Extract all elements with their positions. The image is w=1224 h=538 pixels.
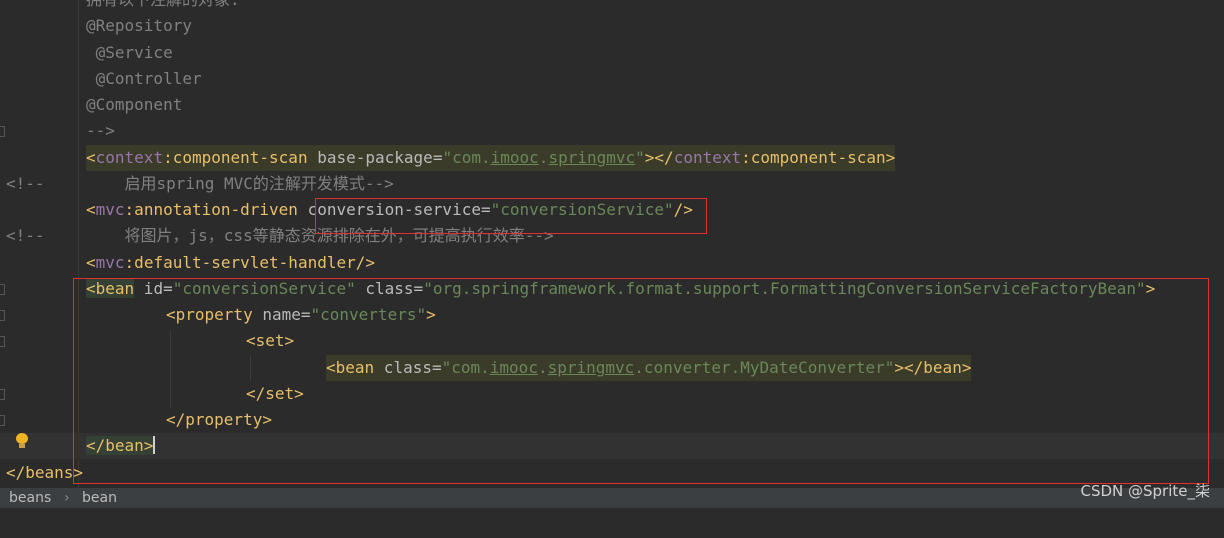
text-caret bbox=[153, 436, 156, 454]
code-line[interactable]: @Service bbox=[0, 40, 1224, 66]
code-line[interactable]: </property> bbox=[0, 407, 1224, 433]
component-scan-element: <context:component-scan base-package="co… bbox=[86, 145, 896, 171]
inner-bean-element: <bean class="com.imooc.springmvc.convert… bbox=[326, 355, 972, 381]
code-line[interactable]: <bean class="com.imooc.springmvc.convert… bbox=[0, 355, 1224, 381]
property-element: <property name="converters"> bbox=[166, 305, 436, 324]
annotation-driven-element: <mvc:annotation-driven conversion-servic… bbox=[86, 200, 693, 219]
set-element: <set> bbox=[246, 331, 295, 350]
code-line[interactable]: <!-- 启用spring MVC的注解开发模式--> bbox=[0, 171, 1224, 197]
chevron-right-icon: › bbox=[64, 490, 70, 506]
bean-close-element: </bean> bbox=[86, 436, 156, 455]
comment-text: @Controller bbox=[86, 69, 202, 88]
code-line[interactable]: 拥有以下注解的对象: bbox=[0, 0, 1224, 13]
code-line[interactable]: @Component bbox=[0, 92, 1224, 118]
property-close-tag: </property> bbox=[166, 410, 272, 429]
fold-marker-icon[interactable] bbox=[0, 336, 5, 347]
code-line[interactable]: @Repository bbox=[0, 13, 1224, 39]
fold-marker-icon[interactable] bbox=[0, 284, 5, 295]
comment-text: 将图片，js，css等静态资源排除在外，可提高执行效率--> bbox=[86, 226, 554, 245]
code-line[interactable]: <mvc:default-servlet-handler/> bbox=[0, 250, 1224, 276]
fold-marker-icon[interactable] bbox=[0, 310, 5, 321]
comment-text: @Repository bbox=[86, 16, 192, 35]
code-line[interactable]: <mvc:annotation-driven conversion-servic… bbox=[0, 197, 1224, 223]
breadcrumb-item-beans[interactable]: beans bbox=[9, 488, 51, 508]
comment-text: @Service bbox=[86, 43, 173, 62]
code-line[interactable]: <context:component-scan base-package="co… bbox=[0, 145, 1224, 171]
code-line[interactable]: @Controller bbox=[0, 66, 1224, 92]
comment-text: 启用spring MVC的注解开发模式--> bbox=[86, 174, 394, 193]
gutter-comment-marker: <!-- bbox=[6, 174, 45, 193]
set-close-tag: </set> bbox=[246, 384, 304, 403]
code-editor[interactable]: 拥有以下注解的对象: @Repository @Service @Control… bbox=[0, 0, 1224, 488]
lightbulb-icon[interactable] bbox=[15, 433, 29, 449]
code-line[interactable]: <set> bbox=[0, 328, 1224, 354]
default-servlet-handler-element: <mvc:default-servlet-handler/> bbox=[86, 253, 375, 272]
code-line[interactable]: --> bbox=[0, 118, 1224, 144]
fold-marker-icon[interactable] bbox=[0, 389, 5, 400]
fold-marker-icon[interactable] bbox=[0, 126, 5, 137]
code-line[interactable]: </beans> bbox=[0, 460, 1224, 486]
bean-element: <bean id="conversionService" class="org.… bbox=[86, 279, 1156, 298]
breadcrumb: beans › bean bbox=[0, 488, 1224, 508]
code-line-current[interactable]: </bean> bbox=[0, 433, 1224, 459]
code-line[interactable]: <!-- 将图片，js，css等静态资源排除在外，可提高执行效率--> bbox=[0, 223, 1224, 249]
code-line[interactable]: <bean id="conversionService" class="org.… bbox=[0, 276, 1224, 302]
watermark: CSDN @Sprite_柒 bbox=[1080, 482, 1210, 500]
fold-marker-icon[interactable] bbox=[0, 415, 5, 426]
beans-close-tag: </beans> bbox=[6, 463, 84, 482]
comment-text: --> bbox=[86, 121, 115, 140]
breadcrumb-item-bean[interactable]: bean bbox=[82, 488, 117, 508]
code-line[interactable]: <property name="converters"> bbox=[0, 302, 1224, 328]
gutter-comment-marker: <!-- bbox=[6, 226, 45, 245]
comment-text: 拥有以下注解的对象: bbox=[86, 0, 240, 13]
comment-text: @Component bbox=[86, 95, 183, 114]
code-line[interactable]: </set> bbox=[0, 381, 1224, 407]
